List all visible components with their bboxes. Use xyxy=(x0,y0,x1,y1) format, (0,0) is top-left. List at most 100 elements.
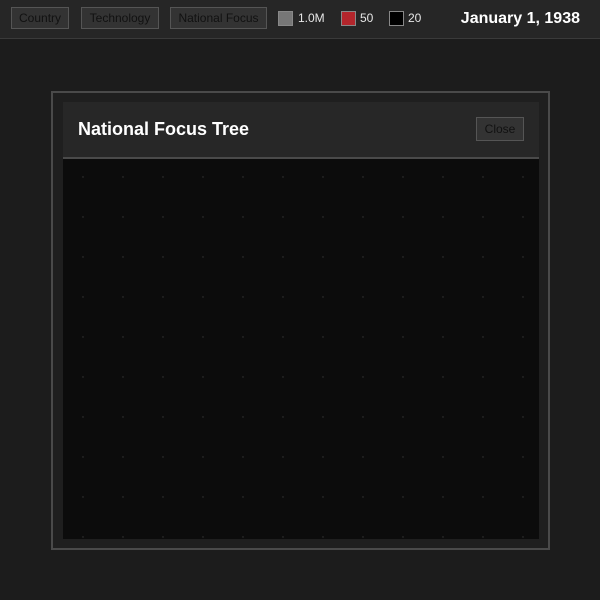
grid-dot xyxy=(482,216,484,218)
grid-dot xyxy=(402,296,404,298)
grid-dot xyxy=(282,536,284,538)
grid-dot xyxy=(402,496,404,498)
grid-dot xyxy=(402,456,404,458)
grid-dot xyxy=(162,216,164,218)
grid-dot xyxy=(402,536,404,538)
grid-dot xyxy=(202,456,204,458)
grid-dot xyxy=(202,536,204,538)
grid-dot xyxy=(242,296,244,298)
grid-dot xyxy=(282,416,284,418)
tab-technology[interactable]: Technology xyxy=(81,7,159,29)
grid-dot xyxy=(82,496,84,498)
grid-dot xyxy=(82,336,84,338)
grid-dot xyxy=(362,296,364,298)
grid-dot xyxy=(242,176,244,178)
grid-dot xyxy=(202,416,204,418)
grid-dot xyxy=(322,336,324,338)
grid-dot xyxy=(122,456,124,458)
grid-dot xyxy=(282,456,284,458)
grid-dot xyxy=(162,496,164,498)
modal-header: National Focus Tree Close xyxy=(63,102,539,159)
grid-dot xyxy=(122,536,124,538)
grid-dot xyxy=(82,536,84,538)
grid-dot xyxy=(482,296,484,298)
grid-dot xyxy=(442,416,444,418)
grid-dot xyxy=(242,416,244,418)
grid-dot xyxy=(522,536,524,538)
grid-dot xyxy=(282,376,284,378)
grid-dot xyxy=(402,176,404,178)
manpower-value: 1.0M xyxy=(298,11,325,25)
grid-dot xyxy=(402,376,404,378)
top-bar: Country Technology National Focus 1.0M 5… xyxy=(0,0,600,39)
grid-dot xyxy=(522,456,524,458)
grid-dot xyxy=(442,216,444,218)
grid-dot xyxy=(482,496,484,498)
grid-dot xyxy=(122,176,124,178)
grid-dot xyxy=(362,216,364,218)
grid-dot xyxy=(322,296,324,298)
focus-tree-grid xyxy=(82,176,524,538)
grid-dot xyxy=(362,416,364,418)
grid-dot xyxy=(202,176,204,178)
grid-dot xyxy=(242,536,244,538)
grid-dot xyxy=(122,216,124,218)
grid-dot xyxy=(162,336,164,338)
grid-dot xyxy=(522,376,524,378)
grid-dot xyxy=(122,296,124,298)
grid-dot xyxy=(482,536,484,538)
red-resource-value: 50 xyxy=(360,11,374,25)
grid-dot xyxy=(202,216,204,218)
grid-dot xyxy=(82,176,84,178)
grid-dot xyxy=(282,336,284,338)
modal-title: National Focus Tree xyxy=(78,119,250,139)
grid-dot xyxy=(522,176,524,178)
grid-dot xyxy=(522,256,524,258)
grid-dot xyxy=(242,456,244,458)
focus-tree-modal: National Focus Tree Close xyxy=(51,91,550,550)
grid-dot xyxy=(522,216,524,218)
grid-dot xyxy=(202,336,204,338)
grid-dot xyxy=(442,456,444,458)
grid-dot xyxy=(482,416,484,418)
grid-dot xyxy=(362,496,364,498)
grid-dot xyxy=(162,176,164,178)
grid-dot xyxy=(282,296,284,298)
grid-dot xyxy=(442,176,444,178)
grid-dot xyxy=(322,496,324,498)
grid-dot xyxy=(202,496,204,498)
grid-dot xyxy=(362,536,364,538)
grid-dot xyxy=(402,336,404,338)
grid-dot xyxy=(242,376,244,378)
grid-dot xyxy=(162,416,164,418)
grid-dot xyxy=(122,376,124,378)
grid-dot xyxy=(362,336,364,338)
focus-tree-canvas[interactable] xyxy=(63,159,539,539)
grid-dot xyxy=(242,216,244,218)
grid-dot xyxy=(282,256,284,258)
grid-dot xyxy=(122,416,124,418)
grid-dot xyxy=(442,336,444,338)
grid-dot xyxy=(402,416,404,418)
grid-dot xyxy=(482,256,484,258)
grid-dot xyxy=(442,296,444,298)
grid-dot xyxy=(82,256,84,258)
black-resource-value: 20 xyxy=(408,11,422,25)
grid-dot xyxy=(322,456,324,458)
grid-dot xyxy=(442,536,444,538)
grid-dot xyxy=(282,496,284,498)
tab-national-focus[interactable]: National Focus xyxy=(170,7,267,29)
grid-dot xyxy=(82,416,84,418)
grid-dot xyxy=(242,256,244,258)
grid-dot xyxy=(442,376,444,378)
red-resource-icon xyxy=(341,11,356,26)
grid-dot xyxy=(362,256,364,258)
grid-dot xyxy=(202,376,204,378)
grid-dot xyxy=(322,376,324,378)
tab-country[interactable]: Country xyxy=(11,7,69,29)
grid-dot xyxy=(202,256,204,258)
grid-dot xyxy=(162,376,164,378)
close-button[interactable]: Close xyxy=(476,117,524,141)
grid-dot xyxy=(522,296,524,298)
grid-dot xyxy=(402,216,404,218)
